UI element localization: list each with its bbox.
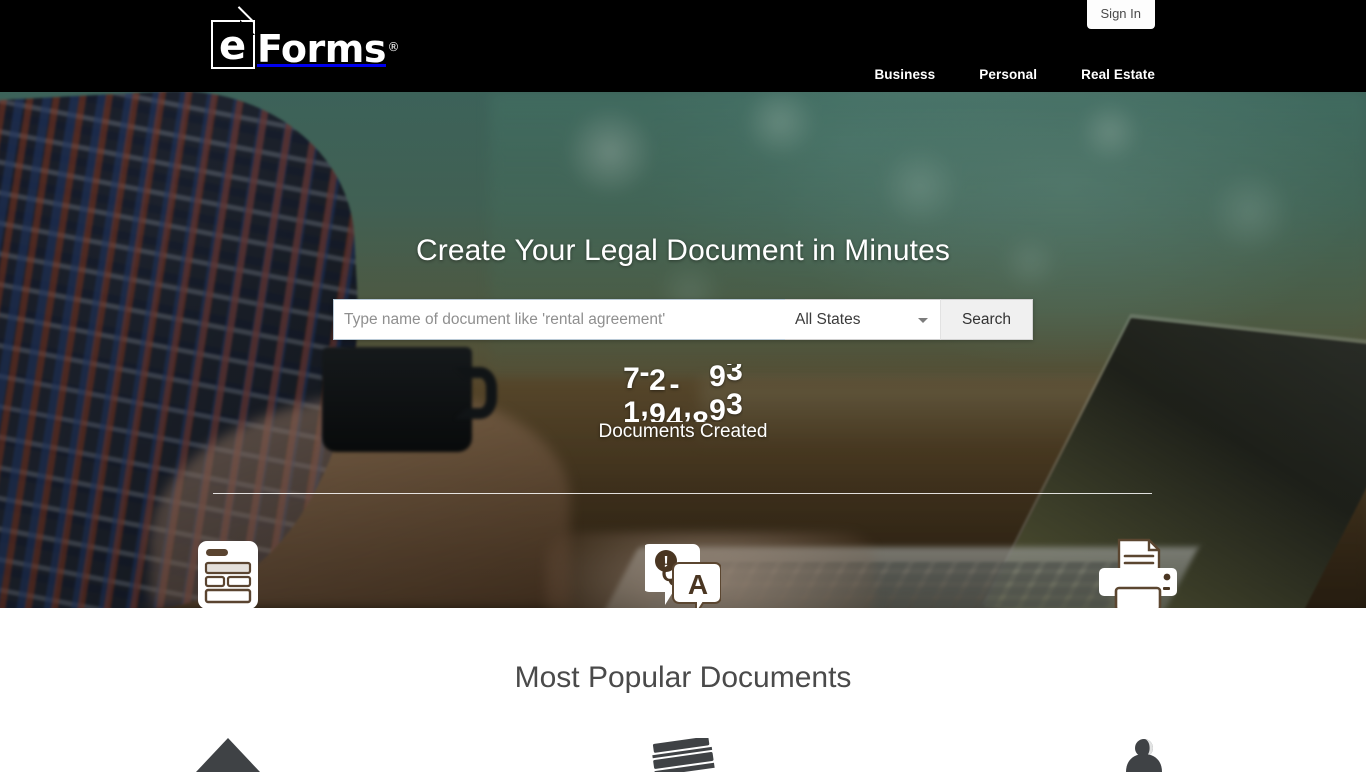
odometer-digit: 8 [692,364,709,422]
state-select-value: All States [795,310,861,328]
search-input[interactable] [333,299,785,340]
odometer-digit: 29 [649,364,666,422]
logo-letter-e: e [219,23,247,69]
popular-item-2[interactable] [455,738,910,772]
question-answer-bubbles-icon: ! Q A [455,532,910,608]
stacked-books-icon [652,738,715,772]
counter-label: Documents Created [598,421,768,442]
state-select[interactable]: All States [785,299,940,340]
person-avatar-icon [1126,739,1163,772]
step-select-your-form[interactable]: Select Your Form [0,532,455,608]
nav-business[interactable]: Business [874,67,935,82]
odometer-digit: -4 [666,368,683,422]
odometer-digit: 71 [623,364,640,422]
odometer-separator: , [683,391,692,422]
form-document-icon [0,532,455,608]
step-print-and-sign[interactable]: Print and Sign [911,532,1366,608]
how-it-works-steps: Select Your Form ! Q A Answer Simple Que… [0,532,1366,608]
hero-divider [213,493,1152,494]
documents-created-counter: 71-,29-4,89933 Documents Created [0,364,1366,443]
step-answer-simple-questions[interactable]: ! Q A Answer Simple Questions [455,532,910,608]
site-header: e Forms ® Sign In Business Personal Real … [0,0,1366,92]
odometer-separator: -, [640,364,649,422]
odometer-digits: 71-,29-4,89933 [623,364,743,422]
chevron-down-icon [918,317,928,323]
logo-document-icon: e [211,6,255,69]
popular-item-3[interactable] [911,738,1366,772]
main-navigation: Business Personal Real Estate [874,67,1155,82]
site-logo[interactable]: e Forms ® [211,6,399,71]
document-search-bar: All States Search [333,299,1033,340]
nav-personal[interactable]: Personal [979,67,1037,82]
hero-section: Create Your Legal Document in Minutes Al… [0,92,1366,608]
search-button[interactable]: Search [940,299,1033,340]
popular-item-1[interactable] [0,738,455,772]
logo-wordmark-text: Forms [257,27,386,71]
popular-documents-icon-row [0,738,1366,772]
printer-icon [911,532,1366,608]
odometer-digit: 33 [726,364,743,421]
hero-title: Create Your Legal Document in Minutes [415,234,951,267]
logo-wordmark: Forms ® [257,27,399,71]
odometer-digit: 99 [709,364,726,422]
popular-documents-title: Most Popular Documents [514,661,852,694]
sign-in-button[interactable]: Sign In [1086,0,1155,29]
svg-text:A: A [688,569,708,600]
logo-registered-mark: ® [387,40,399,54]
nav-real-estate[interactable]: Real Estate [1081,67,1155,82]
house-roof-icon [195,738,260,772]
